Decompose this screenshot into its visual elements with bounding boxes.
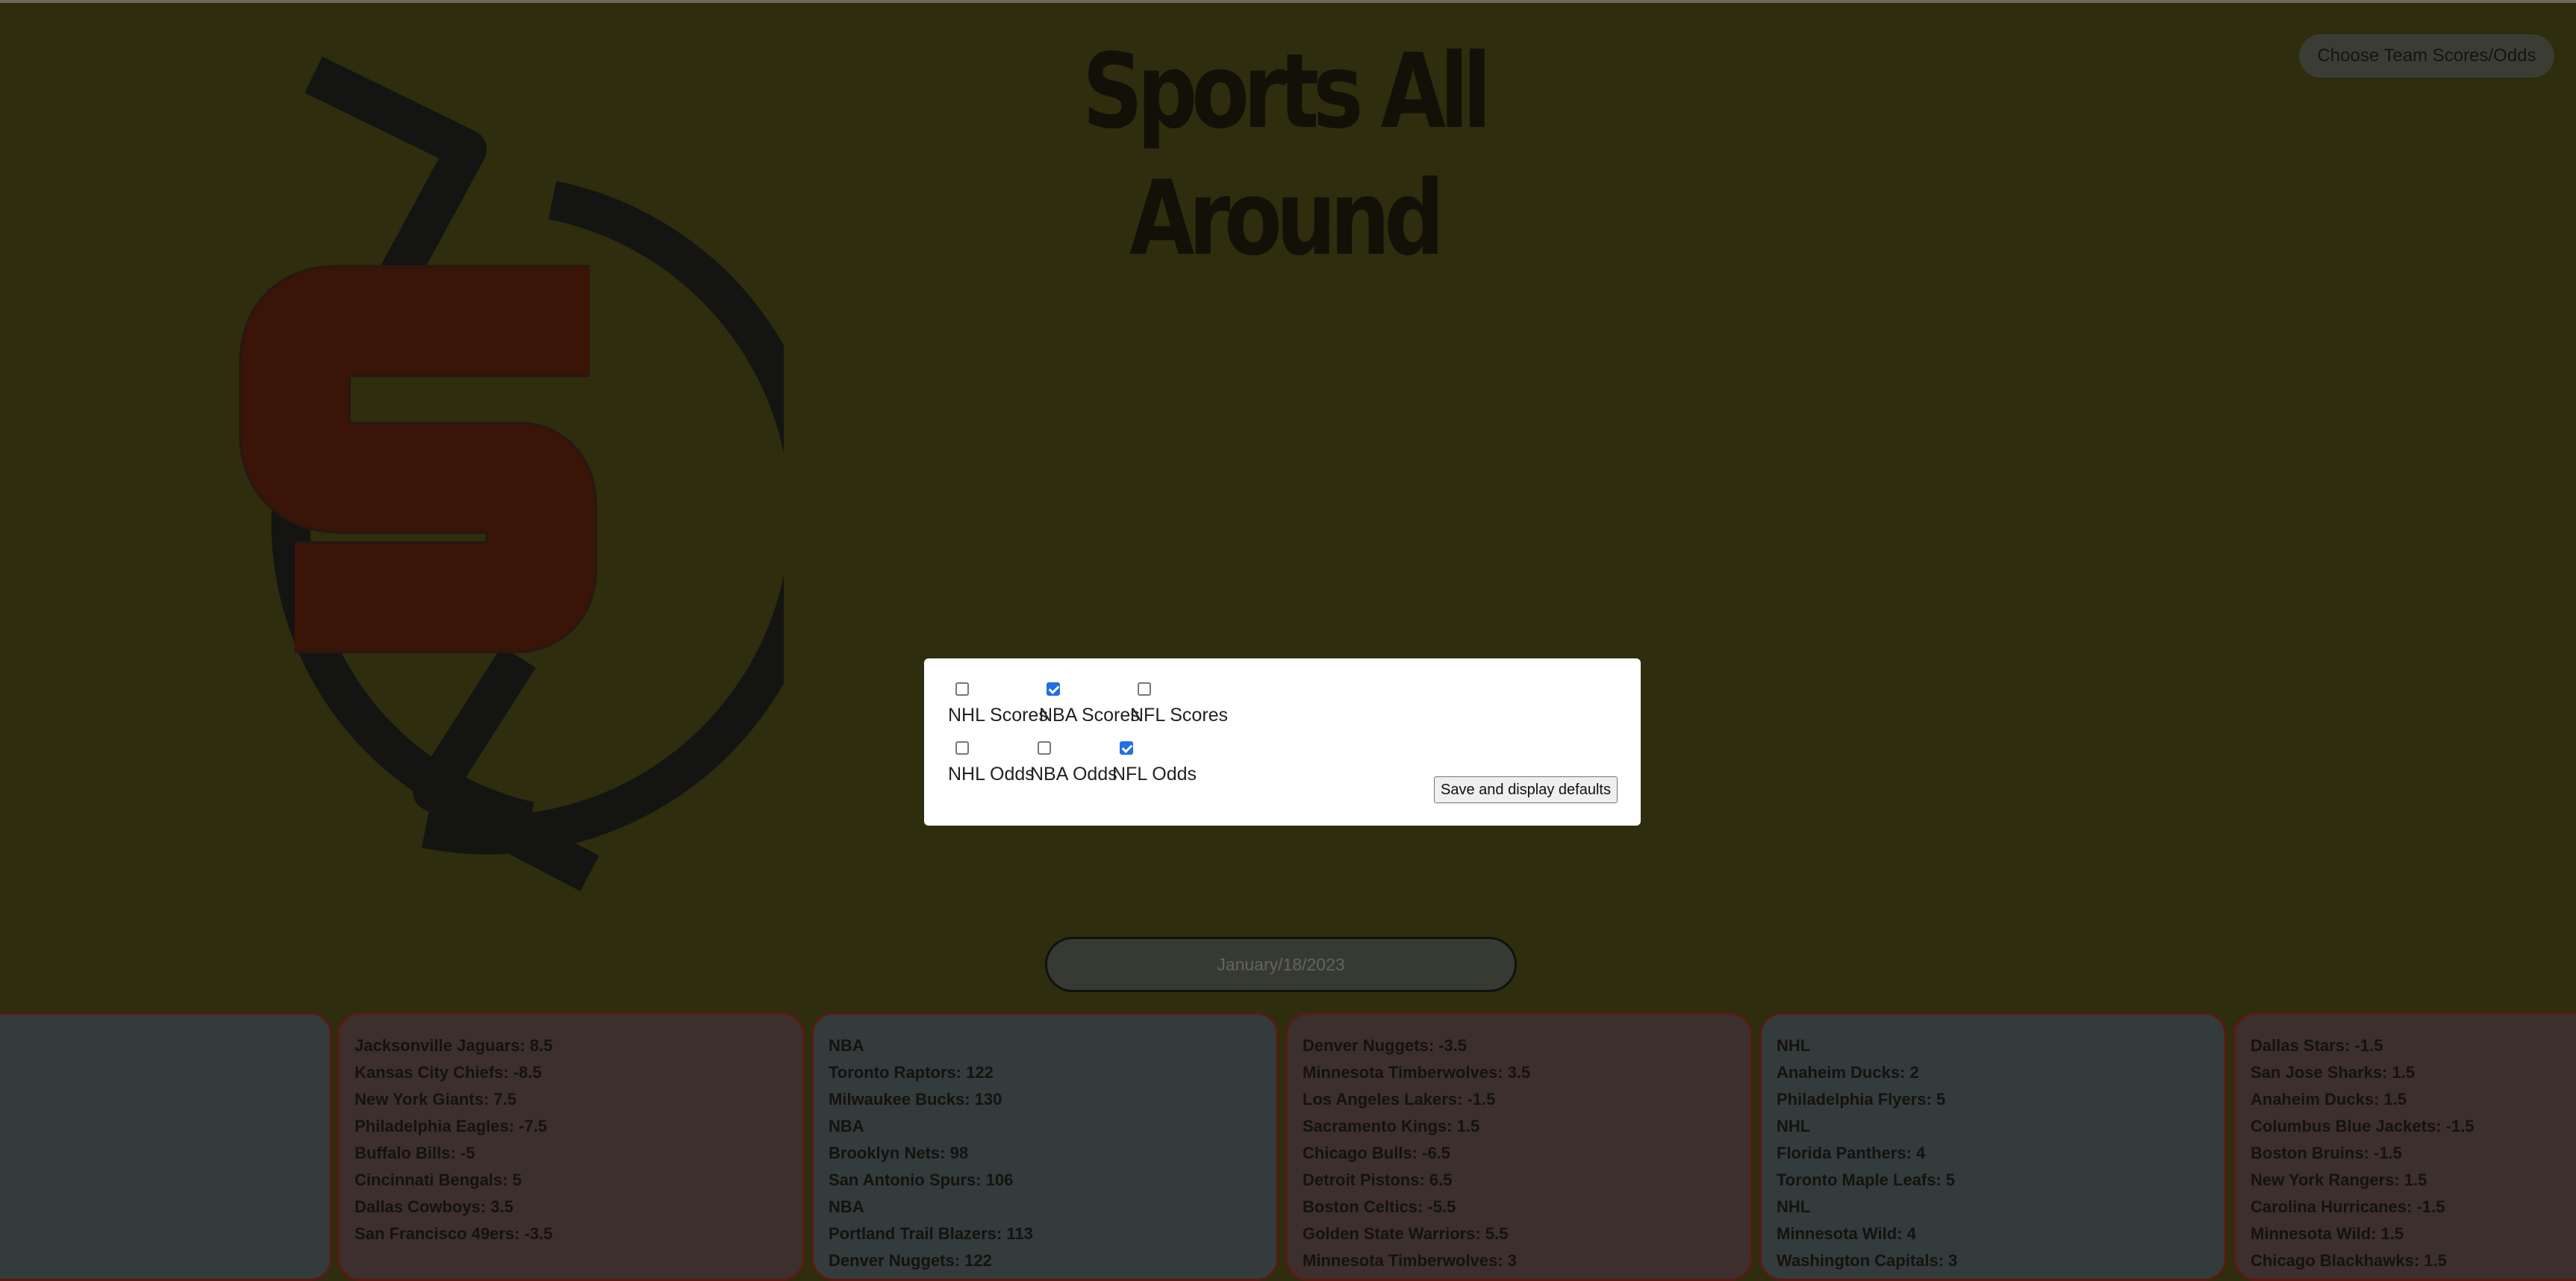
- card-line: Los Angeles Lakers: -1.5: [1303, 1090, 1496, 1109]
- card-line: NHL: [1777, 1036, 1811, 1055]
- card-line: Denver Nuggets: 122: [829, 1251, 992, 1270]
- scores-card-nba: NBA Toronto Raptors: 122 Milwaukee Bucks…: [811, 1012, 1279, 1281]
- scores-card-1: [0, 1012, 332, 1281]
- card-line: San Francisco 49ers: -3.5: [355, 1224, 553, 1243]
- card-line: Boston Celtics: -5.5: [1303, 1197, 1456, 1216]
- card-line: Philadelphia Eagles: -7.5: [355, 1117, 547, 1135]
- card-line: Detroit Pistons: 6.5: [1303, 1171, 1453, 1189]
- date-display: January/18/2023: [1045, 937, 1517, 992]
- card-line: New York Rangers: 1.5: [2251, 1171, 2427, 1189]
- card-line: Golden State Warriors: 5.5: [1303, 1224, 1509, 1243]
- card-line: Minnesota Timberwolves: 3.5: [1303, 1063, 1531, 1082]
- card-line: Kansas City Chiefs: -8.5: [355, 1063, 542, 1082]
- card-line: Jacksonville Jaguars: 8.5: [355, 1036, 553, 1055]
- card-line: Washington Capitals: 3: [1777, 1251, 1958, 1270]
- card-line: Minnesota Wild: 1.5: [2251, 1224, 2404, 1243]
- card-line: Minnesota Wild: 4: [1777, 1224, 1916, 1243]
- nfl-scores-label: NFL Scores: [1130, 705, 1229, 726]
- odds-card-nfl: Jacksonville Jaguars: 8.5 Kansas City Ch…: [337, 1012, 805, 1281]
- card-line: Anaheim Ducks: 1.5: [2251, 1090, 2407, 1109]
- card-line: San Jose Sharks: 1.5: [2251, 1063, 2416, 1082]
- card-line: Toronto Maple Leafs: 5: [1777, 1171, 1956, 1189]
- sports-logo-icon: [239, 56, 784, 891]
- site-title: Sports All Around: [1082, 31, 1491, 278]
- choose-team-scores-odds-button[interactable]: Choose Team Scores/Odds: [2299, 34, 2554, 78]
- card-line: Philadelphia Flyers: 5: [1777, 1090, 1946, 1109]
- card-line: Boston Bruins: -1.5: [2251, 1144, 2402, 1162]
- card-line: Dallas Cowboys: 3.5: [355, 1197, 514, 1216]
- card-line: Portland Trail Blazers: 113: [829, 1224, 1033, 1243]
- card-line: Sacramento Kings: 1.5: [1303, 1117, 1480, 1135]
- nhl-scores-checkbox[interactable]: [955, 682, 969, 696]
- card-line: Chicago Bulls: -6.5: [1303, 1144, 1451, 1162]
- nba-scores-label: NBA Scores: [1039, 705, 1140, 726]
- card-line: Dallas Stars: -1.5: [2251, 1036, 2383, 1055]
- nhl-scores-label: NHL Scores: [948, 705, 1048, 726]
- card-line: NBA: [829, 1117, 864, 1135]
- card-line: Carolina Hurricanes: -1.5: [2251, 1197, 2445, 1216]
- nba-scores-checkbox[interactable]: [1047, 682, 1060, 696]
- card-line: Minnesota Timberwolves: 3: [1303, 1251, 1517, 1270]
- card-line: San Antonio Spurs: 106: [829, 1171, 1014, 1189]
- nba-odds-label: NBA Odds: [1030, 764, 1117, 785]
- card-line: Toronto Raptors: 122: [829, 1063, 994, 1082]
- card-line: NHL: [1777, 1117, 1811, 1135]
- odds-card-nba: Denver Nuggets: -3.5 Minnesota Timberwol…: [1285, 1012, 1753, 1281]
- card-line: Chicago Blackhawks: 1.5: [2251, 1251, 2447, 1270]
- card-line: NHL: [1777, 1197, 1811, 1216]
- card-line: New York Giants: 7.5: [355, 1090, 517, 1109]
- card-line: Denver Nuggets: -3.5: [1303, 1036, 1468, 1055]
- nba-odds-checkbox[interactable]: [1038, 741, 1051, 755]
- nhl-odds-checkbox[interactable]: [955, 741, 969, 755]
- defaults-modal: NHL Scores NBA Scores NFL Scores NHL Odd…: [924, 658, 1641, 826]
- card-line: NBA: [829, 1036, 864, 1055]
- scores-card-nhl: NHL Anaheim Ducks: 2 Philadelphia Flyers…: [1759, 1012, 2227, 1281]
- card-line: Cincinnati Bengals: 5: [355, 1171, 522, 1189]
- card-line: Milwaukee Bucks: 130: [829, 1090, 1002, 1109]
- nfl-odds-checkbox[interactable]: [1120, 741, 1133, 755]
- card-line: Buffalo Bills: -5: [355, 1144, 475, 1162]
- card-line: Columbus Blue Jackets: -1.5: [2251, 1117, 2474, 1135]
- nhl-odds-label: NHL Odds: [948, 764, 1035, 785]
- odds-card-nhl: Dallas Stars: -1.5 San Jose Sharks: 1.5 …: [2233, 1012, 2576, 1281]
- nfl-odds-label: NFL Odds: [1112, 764, 1197, 785]
- save-defaults-button[interactable]: Save and display defaults: [1434, 776, 1618, 803]
- top-border: [0, 0, 2576, 3]
- card-line: Florida Panthers: 4: [1777, 1144, 1926, 1162]
- card-line: Anaheim Ducks: 2: [1777, 1063, 1919, 1082]
- nfl-scores-checkbox[interactable]: [1138, 682, 1151, 696]
- card-line: Brooklyn Nets: 98: [829, 1144, 969, 1162]
- card-line: NBA: [829, 1197, 864, 1216]
